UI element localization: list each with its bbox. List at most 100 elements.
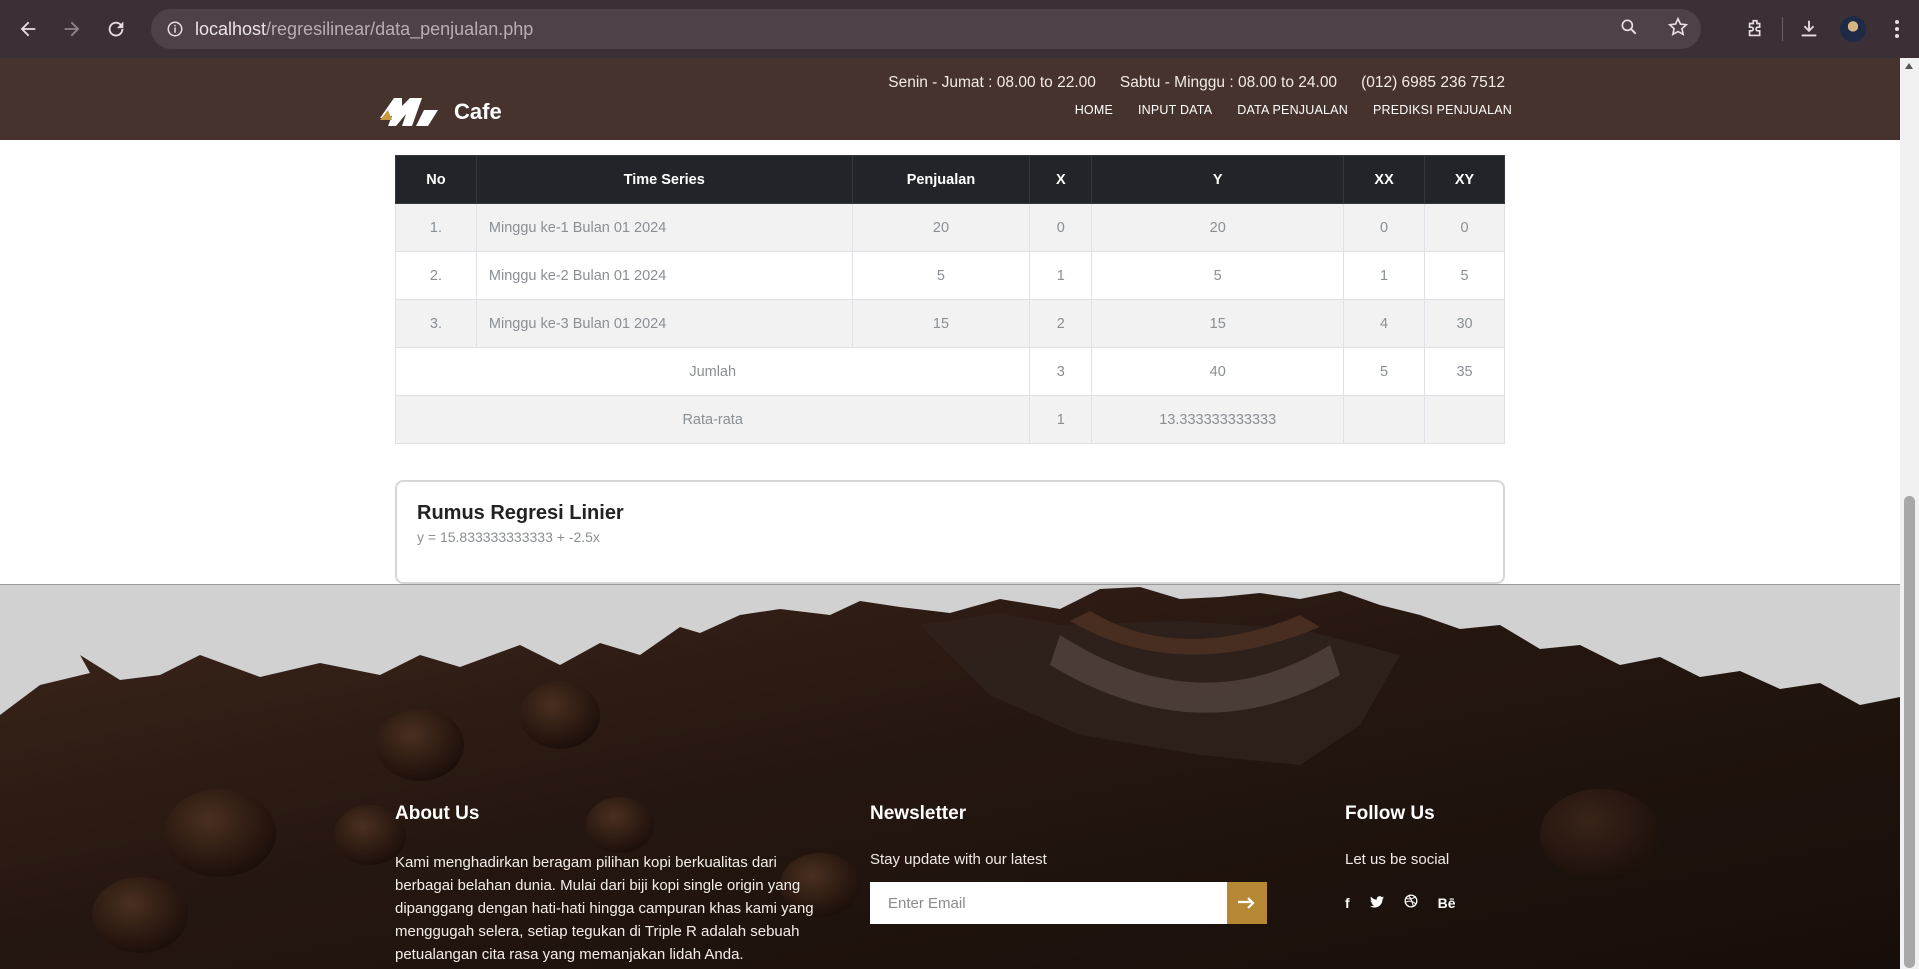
- twitter-icon[interactable]: [1369, 895, 1384, 911]
- footer-about: About Us Kami menghadirkan beragam pilih…: [395, 803, 835, 966]
- social-links: f Bē: [1345, 894, 1456, 911]
- cell-y: 20: [1091, 203, 1345, 252]
- cell-penjualan: 20: [851, 203, 1031, 252]
- cell-x: 0: [1029, 203, 1093, 252]
- subscribe-button[interactable]: [1227, 882, 1267, 924]
- profile-avatar[interactable]: [1831, 7, 1875, 51]
- reload-icon: [108, 21, 124, 37]
- arrow-left-icon: [20, 21, 36, 37]
- table-row: 2. Minggu ke-2 Bulan 01 2024 5 1 5 1 5: [395, 251, 1505, 300]
- cell-time-series: Minggu ke-3 Bulan 01 2024: [475, 299, 853, 348]
- toolbar-separator: [1782, 17, 1783, 41]
- extensions-icon[interactable]: [1734, 7, 1778, 51]
- downloads-icon[interactable]: [1787, 7, 1831, 51]
- formula-equation: y = 15.833333333333 + -2.5x: [417, 529, 600, 545]
- cell-no: 2.: [395, 251, 477, 300]
- cell-penjualan: 5: [851, 251, 1031, 300]
- phone-number: (012) 6985 236 7512: [1361, 74, 1505, 91]
- jumlah-y: 40: [1091, 347, 1345, 396]
- logo-text: Cafe: [454, 99, 502, 124]
- site-logo[interactable]: Cafe: [380, 96, 502, 128]
- zoom-icon[interactable]: [1619, 17, 1639, 42]
- newsletter-title: Newsletter: [870, 803, 967, 824]
- site-info-icon[interactable]: [155, 9, 195, 49]
- weekday-hours: Senin - Jumat : 08.00 to 22.00: [888, 74, 1096, 91]
- reload-button[interactable]: [94, 7, 138, 51]
- rata-rata-xy: [1424, 395, 1505, 444]
- follow-title: Follow Us: [1345, 803, 1435, 824]
- dribbble-icon[interactable]: [1404, 894, 1418, 911]
- site-header: Cafe Senin - Jumat : 08.00 to 22.00 Sabt…: [0, 58, 1900, 140]
- cell-y: 15: [1091, 299, 1345, 348]
- nav-prediksi-penjualan[interactable]: PREDIKSI PENJUALAN: [1373, 103, 1512, 117]
- email-input[interactable]: [870, 882, 1227, 924]
- table-row: 1. Minggu ke-1 Bulan 01 2024 20 0 20 0 0: [395, 203, 1505, 252]
- url-text[interactable]: localhost/regresilinear/data_penjualan.p…: [195, 19, 533, 40]
- regression-formula-card: Rumus Regresi Linier y = 15.833333333333…: [395, 480, 1505, 584]
- facebook-icon[interactable]: f: [1345, 895, 1350, 911]
- jumlah-label: Jumlah: [394, 347, 1031, 396]
- follow-subtitle: Let us be social: [1345, 851, 1450, 868]
- arrow-right-icon: [1238, 897, 1255, 909]
- about-title: About Us: [395, 803, 480, 824]
- col-header-x: X: [1029, 155, 1093, 204]
- cell-xx: 1: [1343, 251, 1426, 300]
- cell-no: 3.: [395, 299, 477, 348]
- rata-rata-xx: [1343, 395, 1426, 444]
- col-header-no: No: [395, 155, 477, 204]
- cell-x: 1: [1029, 251, 1093, 300]
- address-bar[interactable]: localhost/regresilinear/data_penjualan.p…: [151, 9, 1701, 49]
- cell-time-series: Minggu ke-2 Bulan 01 2024: [475, 251, 853, 300]
- jumlah-x: 3: [1029, 347, 1093, 396]
- newsletter-form: [870, 882, 1267, 924]
- rata-rata-y: 13.333333333333: [1091, 395, 1345, 444]
- col-header-time-series: Time Series: [475, 155, 853, 204]
- arrow-right-icon: [64, 21, 80, 37]
- footer-follow: Follow Us Let us be social f Bē: [1345, 803, 1456, 911]
- nav-home[interactable]: HOME: [1075, 103, 1113, 117]
- rata-rata-x: 1: [1029, 395, 1093, 444]
- cell-time-series: Minggu ke-1 Bulan 01 2024: [475, 203, 853, 252]
- behance-icon[interactable]: Bē: [1438, 895, 1456, 911]
- page-scrollbar[interactable]: [1900, 58, 1919, 969]
- rata-rata-label: Rata-rata: [394, 395, 1031, 444]
- site-footer: About Us Kami menghadirkan beragam pilih…: [0, 585, 1900, 969]
- about-text: Kami menghadirkan beragam pilihan kopi b…: [395, 854, 814, 963]
- footer-newsletter: Newsletter Stay update with our latest: [870, 803, 1267, 924]
- back-button[interactable]: [6, 7, 50, 51]
- cell-y: 5: [1091, 251, 1345, 300]
- cell-x: 2: [1029, 299, 1093, 348]
- newsletter-subtitle: Stay update with our latest: [870, 851, 1047, 868]
- weekend-hours: Sabtu - Minggu : 08.00 to 24.00: [1119, 74, 1338, 91]
- forward-button[interactable]: [50, 7, 94, 51]
- bookmark-star-icon[interactable]: [1667, 16, 1689, 43]
- cell-xy: 30: [1424, 299, 1505, 348]
- cell-no: 1.: [395, 203, 477, 252]
- table-row: 3. Minggu ke-3 Bulan 01 2024 15 2 15 4 3…: [395, 299, 1505, 348]
- browser-toolbar: localhost/regresilinear/data_penjualan.p…: [0, 0, 1919, 58]
- formula-title: Rumus Regresi Linier: [417, 502, 624, 524]
- nav-input-data[interactable]: INPUT DATA: [1138, 103, 1212, 117]
- cell-xy: 5: [1424, 251, 1505, 300]
- rata-rata-row: Rata-rata 1 13.333333333333: [394, 395, 1505, 444]
- main-nav: HOME INPUT DATA DATA PENJUALAN PREDIKSI …: [1075, 103, 1512, 117]
- cell-xy: 0: [1424, 203, 1505, 252]
- jumlah-row: Jumlah 3 40 5 35: [394, 347, 1505, 396]
- jumlah-xy: 35: [1424, 347, 1505, 396]
- cell-penjualan: 15: [851, 299, 1031, 348]
- table-header-row: No Time Series Penjualan X Y XX XY: [395, 155, 1505, 204]
- jumlah-xx: 5: [1343, 347, 1426, 396]
- menu-dots-icon[interactable]: [1875, 7, 1919, 51]
- scroll-up-icon[interactable]: [1905, 63, 1913, 69]
- nav-data-penjualan[interactable]: DATA PENJUALAN: [1237, 103, 1348, 117]
- col-header-y: Y: [1091, 155, 1345, 204]
- contact-info: Senin - Jumat : 08.00 to 22.00 Sabtu - M…: [888, 74, 1505, 92]
- scrollbar-thumb[interactable]: [1904, 496, 1915, 968]
- col-header-xy: XY: [1424, 155, 1505, 204]
- cell-xx: 0: [1343, 203, 1426, 252]
- cell-xx: 4: [1343, 299, 1426, 348]
- sales-table: No Time Series Penjualan X Y XX XY 1. Mi…: [394, 155, 1505, 444]
- col-header-xx: XX: [1343, 155, 1426, 204]
- col-header-penjualan: Penjualan: [851, 155, 1031, 204]
- logo-mark-icon: [380, 98, 438, 126]
